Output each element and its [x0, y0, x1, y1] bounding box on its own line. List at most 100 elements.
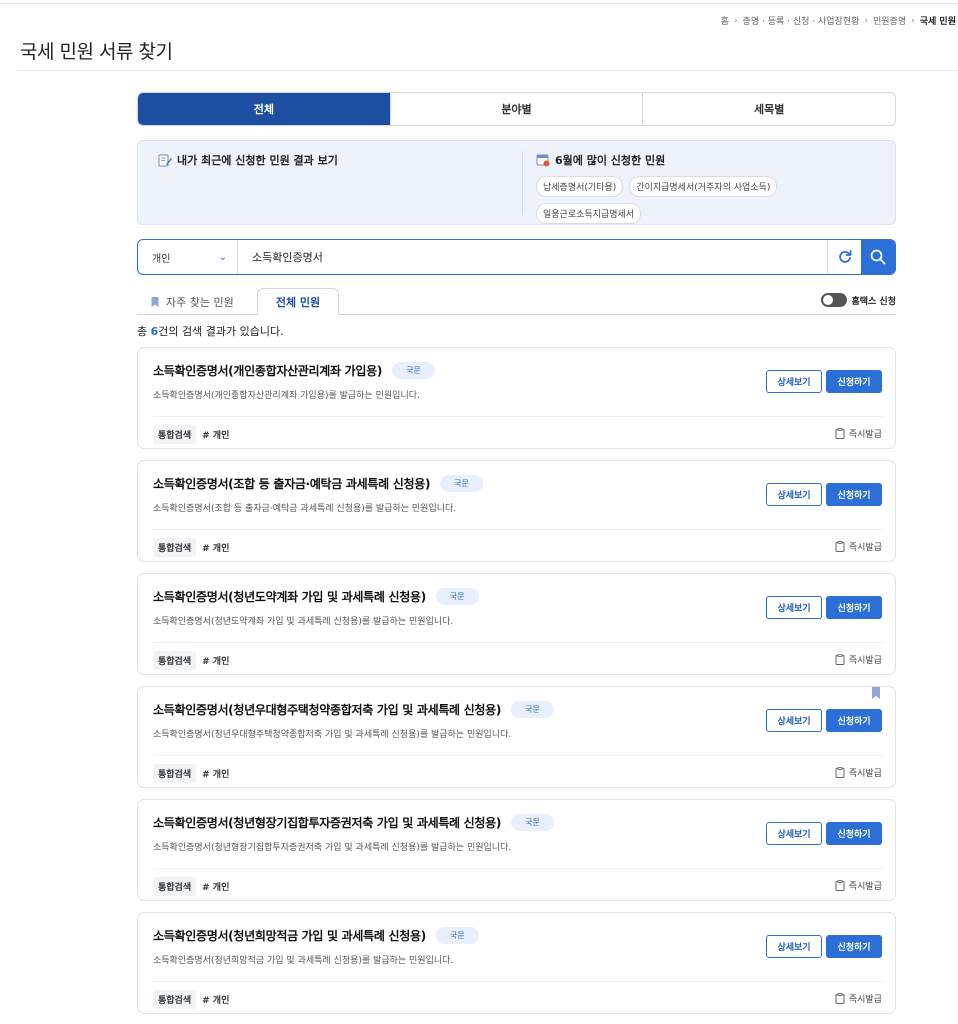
category-tabs: 전체 분야별 세목별 — [137, 92, 896, 126]
info-panel: 내가 최근에 신청한 민원 결과 보기 6월에 많이 신청한 민원 납세증명서(… — [137, 140, 896, 225]
card-divider — [153, 868, 883, 869]
recent-results-link[interactable]: 내가 최근에 신청한 민원 결과 보기 — [158, 152, 338, 168]
card-description: 소득확인증명서(조합 등 출자금·예탁금 과세특례 신청용)를 발급하는 민원입… — [153, 504, 457, 514]
language-badge: 국문 — [511, 814, 554, 831]
card-divider — [153, 981, 883, 982]
detail-button[interactable]: 상세보기 — [766, 483, 822, 506]
card-tags: 통합검색 # 개인 — [153, 764, 229, 783]
chevron-down-icon: ⌄ — [218, 251, 227, 263]
detail-button[interactable]: 상세보기 — [766, 935, 822, 958]
tab-all-civil[interactable]: 전체 민원 — [257, 288, 339, 315]
breadcrumb-home[interactable]: 홈 — [721, 14, 729, 27]
instant-issue: 즉시발급 — [835, 992, 882, 1005]
card-tags: 통합검색 # 개인 — [153, 425, 229, 444]
apply-button[interactable]: 신청하기 — [826, 935, 882, 958]
result-card: 소득확인증명서(청년형장기집합투자증권저축 가입 및 과세특례 신청용) 국문 … — [137, 799, 896, 901]
instant-issue: 즉시발급 — [835, 879, 882, 892]
card-divider — [153, 529, 883, 530]
card-divider — [153, 642, 883, 643]
reset-button[interactable] — [827, 240, 861, 274]
tab-by-tax-item[interactable]: 세목별 — [643, 93, 895, 125]
card-title-row: 소득확인증명서(청년형장기집합투자증권저축 가입 및 과세특례 신청용) 국문 — [153, 814, 554, 831]
card-description: 소득확인증명서(청년도약계좌 가입 및 과세특례 신청용)를 발급하는 민원입니… — [153, 617, 454, 627]
hometax-toggle[interactable]: 홈택스 신청 — [821, 293, 896, 307]
detail-button[interactable]: 상세보기 — [766, 822, 822, 845]
search-type-select[interactable]: 개인 ⌄ — [138, 240, 238, 274]
breadcrumb-civil-certificates[interactable]: 민원증명 — [873, 14, 906, 27]
card-title-row: 소득확인증명서(청년우대형주택청약종합저축 가입 및 과세특례 신청용) 국문 — [153, 701, 554, 718]
memo-pencil-icon — [158, 154, 172, 167]
result-count: 총 6건의 검색 결과가 있습니다. — [137, 323, 284, 339]
popular-chip[interactable]: 납세증명서(기타용) — [536, 176, 624, 197]
instant-issue-label: 즉시발급 — [848, 543, 882, 553]
recent-results-label: 내가 최근에 신청한 민원 결과 보기 — [177, 154, 338, 167]
category-tag: 통합검색 — [153, 425, 197, 444]
chevron-right-icon: › — [864, 15, 868, 26]
hash-tag: # 개인 — [202, 883, 230, 893]
result-card: 소득확인증명서(조합 등 출자금·예탁금 과세특례 신청용) 국문 소득확인증명… — [137, 460, 896, 562]
top-divider — [0, 3, 958, 4]
search-button[interactable] — [861, 240, 895, 274]
calendar-icon — [536, 154, 550, 167]
card-divider — [153, 755, 883, 756]
instant-issue-label: 즉시발급 — [848, 882, 882, 892]
tab-by-field[interactable]: 분야별 — [390, 93, 644, 125]
detail-button[interactable]: 상세보기 — [766, 370, 822, 393]
detail-button[interactable]: 상세보기 — [766, 596, 822, 619]
hash-tag: # 개인 — [202, 431, 230, 441]
result-suffix: 건의 검색 결과가 있습니다. — [158, 325, 284, 338]
instant-issue: 즉시발급 — [835, 540, 882, 553]
apply-button[interactable]: 신청하기 — [826, 822, 882, 845]
search-input[interactable] — [238, 240, 827, 274]
language-badge: 국문 — [511, 701, 554, 718]
card-title[interactable]: 소득확인증명서(조합 등 출자금·예탁금 과세특례 신청용) — [153, 475, 430, 492]
toggle-switch[interactable] — [821, 293, 848, 307]
card-title[interactable]: 소득확인증명서(청년도약계좌 가입 및 과세특례 신청용) — [153, 588, 426, 605]
result-card: 소득확인증명서(청년희망적금 가입 및 과세특례 신청용) 국문 소득확인증명서… — [137, 912, 896, 1014]
tab-all[interactable]: 전체 — [138, 93, 391, 125]
card-title[interactable]: 소득확인증명서(개인종합자산관리계좌 가입용) — [153, 362, 382, 379]
card-title-row: 소득확인증명서(청년희망적금 가입 및 과세특례 신청용) 국문 — [153, 927, 479, 944]
apply-button[interactable]: 신청하기 — [826, 596, 882, 619]
breadcrumb-current: 국세 민원 — [919, 17, 956, 27]
document-icon — [835, 880, 845, 891]
card-tags: 통합검색 # 개인 — [153, 877, 229, 896]
search-bar: 개인 ⌄ — [137, 239, 896, 275]
bookmark-icon[interactable] — [871, 687, 881, 699]
card-title[interactable]: 소득확인증명서(청년희망적금 가입 및 과세특례 신청용) — [153, 927, 426, 944]
popular-chip[interactable]: 간이지급명세서(거주자의 사업소득) — [629, 176, 778, 197]
document-icon — [835, 428, 845, 439]
list-subtabs: 자주 찾는 민원 전체 민원 홈택스 신청 — [137, 288, 896, 315]
hometax-toggle-label: 홈택스 신청 — [851, 296, 896, 307]
card-description: 소득확인증명서(청년우대형주택청약종합저축 가입 및 과세특례 신청용)를 발급… — [153, 730, 512, 740]
card-title[interactable]: 소득확인증명서(청년우대형주택청약종합저축 가입 및 과세특례 신청용) — [153, 701, 501, 718]
card-description: 소득확인증명서(청년형장기집합투자증권저축 가입 및 과세특례 신청용)를 발급… — [153, 843, 512, 853]
card-tags: 통합검색 # 개인 — [153, 990, 229, 1009]
apply-button[interactable]: 신청하기 — [826, 709, 882, 732]
card-divider — [153, 416, 883, 417]
tab-favorites[interactable]: 자주 찾는 민원 — [149, 294, 234, 310]
detail-button[interactable]: 상세보기 — [766, 709, 822, 732]
document-icon — [835, 541, 845, 552]
document-icon — [835, 654, 845, 665]
card-title-row: 소득확인증명서(조합 등 출자금·예탁금 과세특례 신청용) 국문 — [153, 475, 483, 492]
apply-button[interactable]: 신청하기 — [826, 483, 882, 506]
instant-issue: 즉시발급 — [835, 766, 882, 779]
instant-issue: 즉시발급 — [835, 653, 882, 666]
popular-chip[interactable]: 일용근로소득지급명세서 — [536, 203, 642, 224]
apply-button[interactable]: 신청하기 — [826, 370, 882, 393]
popular-section: 6월에 많이 신청한 민원 납세증명서(기타용) 간이지급명세서(거주자의 사업… — [536, 152, 886, 224]
chevron-right-icon: › — [733, 15, 738, 26]
title-divider — [18, 70, 958, 71]
card-title[interactable]: 소득확인증명서(청년형장기집합투자증권저축 가입 및 과세특례 신청용) — [153, 814, 501, 831]
instant-issue-label: 즉시발급 — [848, 430, 882, 440]
chevron-right-icon: › — [911, 15, 915, 26]
result-prefix: 총 — [137, 325, 151, 338]
instant-issue: 즉시발급 — [835, 427, 882, 440]
info-divider — [522, 151, 523, 215]
breadcrumb-certificates[interactable]: 증명 · 등록 · 신청 · 사업장현황 — [743, 14, 860, 27]
hash-tag: # 개인 — [202, 770, 230, 780]
category-tag: 통합검색 — [153, 877, 197, 896]
result-card: 소득확인증명서(청년우대형주택청약종합저축 가입 및 과세특례 신청용) 국문 … — [137, 686, 896, 788]
document-icon — [835, 767, 845, 778]
